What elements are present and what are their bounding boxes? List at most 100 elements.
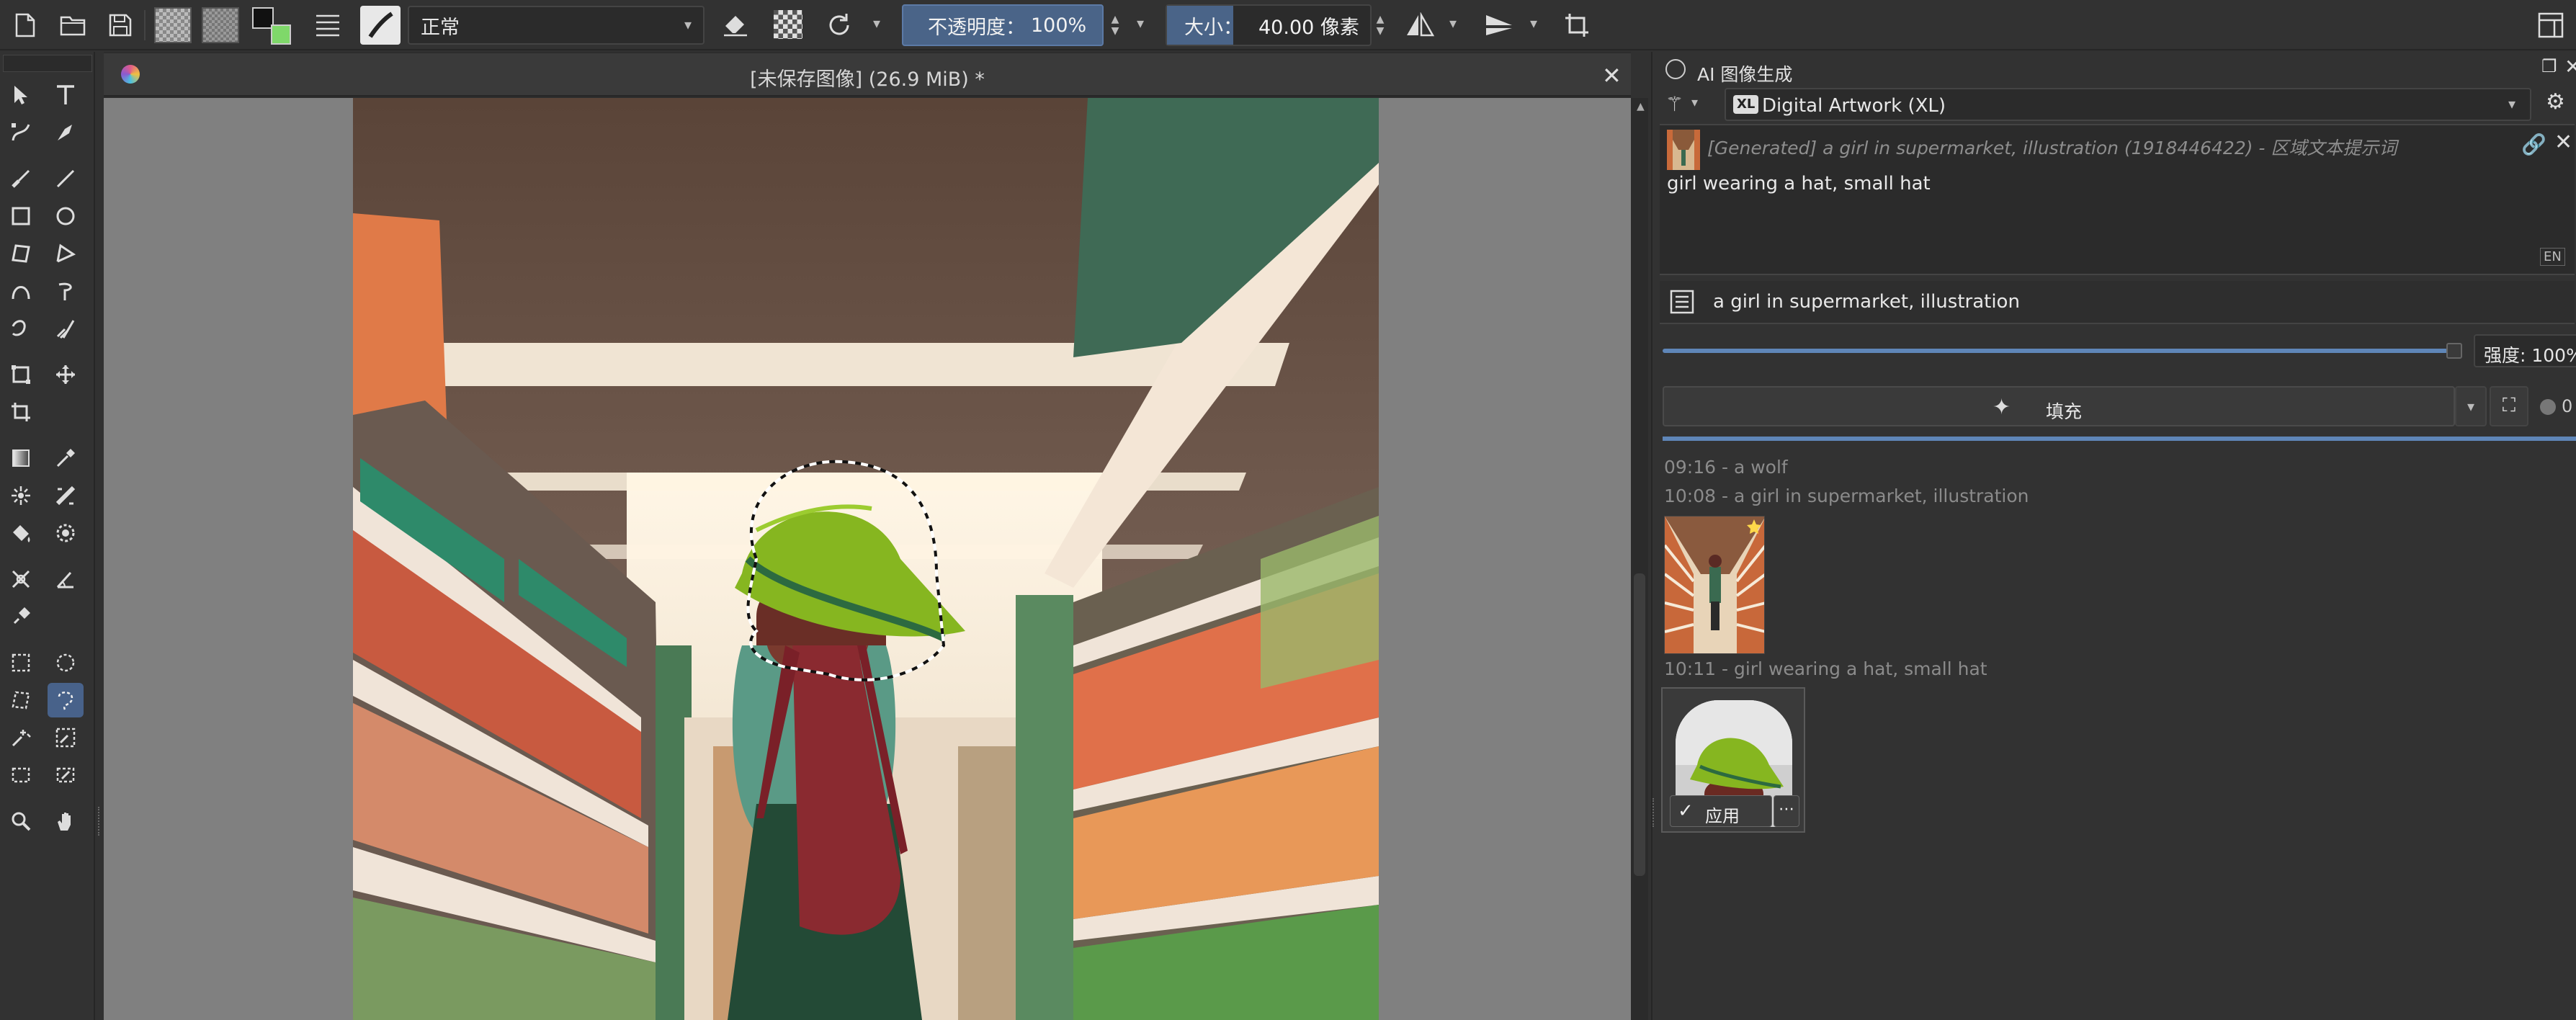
- calligraphy-tool-icon[interactable]: [48, 115, 84, 150]
- open-folder-icon[interactable]: [56, 9, 89, 42]
- dynamic-brush-tool-icon[interactable]: [3, 311, 39, 346]
- measure-tool-icon[interactable]: [48, 562, 84, 596]
- close-icon[interactable]: ✕: [1602, 62, 1622, 89]
- blend-mode-select[interactable]: 正常 ▾: [408, 6, 705, 45]
- workspace-select[interactable]: XL Digital Artwork (XL) ▾: [1725, 88, 2531, 121]
- canvas-vertical-scrollbar[interactable]: ▲: [1631, 98, 1648, 1020]
- opacity-stepper[interactable]: ▲ ▼: [1105, 4, 1125, 46]
- transform-tool-icon[interactable]: [3, 357, 39, 392]
- pattern-swatch[interactable]: [154, 7, 192, 43]
- link-icon[interactable]: 🔗: [2521, 133, 2546, 156]
- crop-icon[interactable]: [1560, 9, 1593, 42]
- new-document-icon[interactable]: [9, 9, 42, 42]
- strength-value: 强度: 100%: [2484, 345, 2576, 366]
- float-docker-icon[interactable]: ❐: [2541, 56, 2557, 76]
- canvas-viewport[interactable]: [104, 98, 1631, 1020]
- gradient-swatch[interactable]: [202, 7, 239, 43]
- save-icon[interactable]: [104, 9, 137, 42]
- fill-mode-dropdown[interactable]: ▾: [2455, 386, 2487, 426]
- foreground-background-color[interactable]: [252, 7, 294, 45]
- gradient-tool-icon[interactable]: [3, 441, 39, 475]
- text-tool-icon[interactable]: [48, 78, 84, 112]
- elliptical-selection-icon[interactable]: [48, 645, 84, 680]
- crop-tool-icon[interactable]: [3, 395, 39, 429]
- fill-magic-icon: ✦: [1993, 395, 2011, 420]
- zoom-tool-icon[interactable]: [3, 804, 39, 838]
- root-prompt-row[interactable]: a girl in supermarket, illustration: [1660, 281, 2575, 324]
- toolbox-title-bar: [3, 55, 92, 72]
- bezier-selection-icon[interactable]: [3, 758, 39, 792]
- multibrush-tool-icon[interactable]: [48, 311, 84, 346]
- more-options-icon[interactable]: ⋯: [1774, 795, 1799, 827]
- region-prompt-input[interactable]: girl wearing a hat, small hat: [1667, 173, 2567, 235]
- strength-field[interactable]: 强度: 100%: [2474, 334, 2576, 367]
- workspace-mode-button[interactable]: ⚚ ▾: [1663, 86, 1706, 120]
- fill-tool-icon[interactable]: [3, 516, 39, 550]
- mirror-horizontal-icon[interactable]: [1403, 9, 1436, 42]
- region-header: [Generated] a girl in supermarket, illus…: [1707, 138, 2397, 158]
- brush-presets-icon[interactable]: [311, 9, 344, 42]
- move-tool-icon[interactable]: [48, 357, 84, 392]
- history-thumbnail-supermarket[interactable]: [1664, 516, 1765, 654]
- scroll-up-icon[interactable]: ▲: [1637, 101, 1645, 112]
- assistant-tool-icon[interactable]: [3, 562, 39, 596]
- contiguous-selection-icon[interactable]: [3, 720, 39, 755]
- preserve-alpha-icon[interactable]: [774, 10, 802, 39]
- freehand-path-tool-icon[interactable]: [48, 274, 84, 308]
- rectangular-selection-icon[interactable]: [3, 645, 39, 680]
- chevron-down-icon[interactable]: ▾: [1449, 14, 1457, 32]
- checkmark-icon: ✓: [1678, 800, 1694, 822]
- enclose-fill-tool-icon[interactable]: [48, 516, 84, 550]
- scrollbar-thumb[interactable]: [1634, 573, 1645, 876]
- polygon-tool-icon[interactable]: [3, 236, 39, 271]
- workspace-icon[interactable]: [2534, 9, 2567, 42]
- similar-color-selection-icon[interactable]: [48, 720, 84, 755]
- apply-button[interactable]: ✓ 应用: [1670, 795, 1772, 827]
- brush-size-slider[interactable]: 大小： 40.00 像素: [1166, 4, 1372, 46]
- eraser-icon[interactable]: [719, 9, 752, 42]
- pan-tool-icon[interactable]: [48, 804, 84, 838]
- polygonal-selection-icon[interactable]: [3, 683, 39, 717]
- reference-images-tool-icon[interactable]: [3, 599, 39, 634]
- canvas-image[interactable]: [353, 98, 1379, 1020]
- language-badge[interactable]: EN: [2540, 248, 2565, 266]
- close-docker-icon[interactable]: ✕: [2564, 55, 2576, 79]
- freehand-brush-tool-icon[interactable]: [3, 161, 39, 196]
- brush-preset-thumb[interactable]: [360, 6, 401, 45]
- ai-plugin-icon: [1665, 59, 1686, 79]
- root-layer-icon: [1670, 290, 1694, 314]
- reload-preset-icon[interactable]: [823, 9, 856, 42]
- mirror-vertical-icon[interactable]: [1482, 9, 1516, 42]
- select-shape-tool-icon[interactable]: [3, 78, 39, 112]
- color-picker-tool-icon[interactable]: [48, 441, 84, 475]
- chevron-down-icon[interactable]: ▾: [1530, 14, 1537, 32]
- smart-patch-tool-icon[interactable]: [3, 478, 39, 513]
- edit-shapes-tool-icon[interactable]: [3, 115, 39, 150]
- settings-gear-icon[interactable]: ⚙: [2546, 89, 2565, 115]
- size-stepper[interactable]: ▲ ▼: [1370, 4, 1390, 46]
- chevron-down-icon[interactable]: ▾: [873, 14, 880, 32]
- history-thumbnail-hat[interactable]: ✓ 应用 ⋯: [1661, 687, 1805, 833]
- splitter-handle[interactable]: [98, 807, 101, 836]
- rectangle-tool-icon[interactable]: [3, 199, 39, 233]
- chevron-down-icon[interactable]: ▾: [1137, 14, 1144, 32]
- fill-button[interactable]: ✦ 填充: [1663, 386, 2455, 426]
- opacity-slider[interactable]: 不透明度： 100%: [902, 4, 1104, 46]
- tool-grid: [3, 78, 92, 838]
- document-tab[interactable]: [未保存图像] (26.9 MiB) * ✕: [104, 53, 1631, 97]
- polyline-tool-icon[interactable]: [48, 236, 84, 271]
- remove-region-icon[interactable]: ✕: [2554, 130, 2572, 155]
- size-label: 大小：: [1184, 16, 1243, 39]
- opacity-value: 100%: [1031, 14, 1087, 37]
- colorize-mask-tool-icon[interactable]: [48, 478, 84, 513]
- blend-mode-value: 正常: [421, 16, 460, 39]
- strength-slider[interactable]: [1663, 340, 2464, 362]
- freehand-selection-icon[interactable]: [48, 683, 84, 717]
- line-tool-icon[interactable]: [48, 161, 84, 196]
- ellipse-tool-icon[interactable]: [48, 199, 84, 233]
- bezier-tool-icon[interactable]: [3, 274, 39, 308]
- docker-splitter-handle[interactable]: [1653, 798, 1655, 827]
- strength-handle[interactable]: [2446, 343, 2462, 359]
- magnetic-selection-icon[interactable]: [48, 758, 84, 792]
- refine-region-icon[interactable]: ⛶: [2490, 386, 2528, 426]
